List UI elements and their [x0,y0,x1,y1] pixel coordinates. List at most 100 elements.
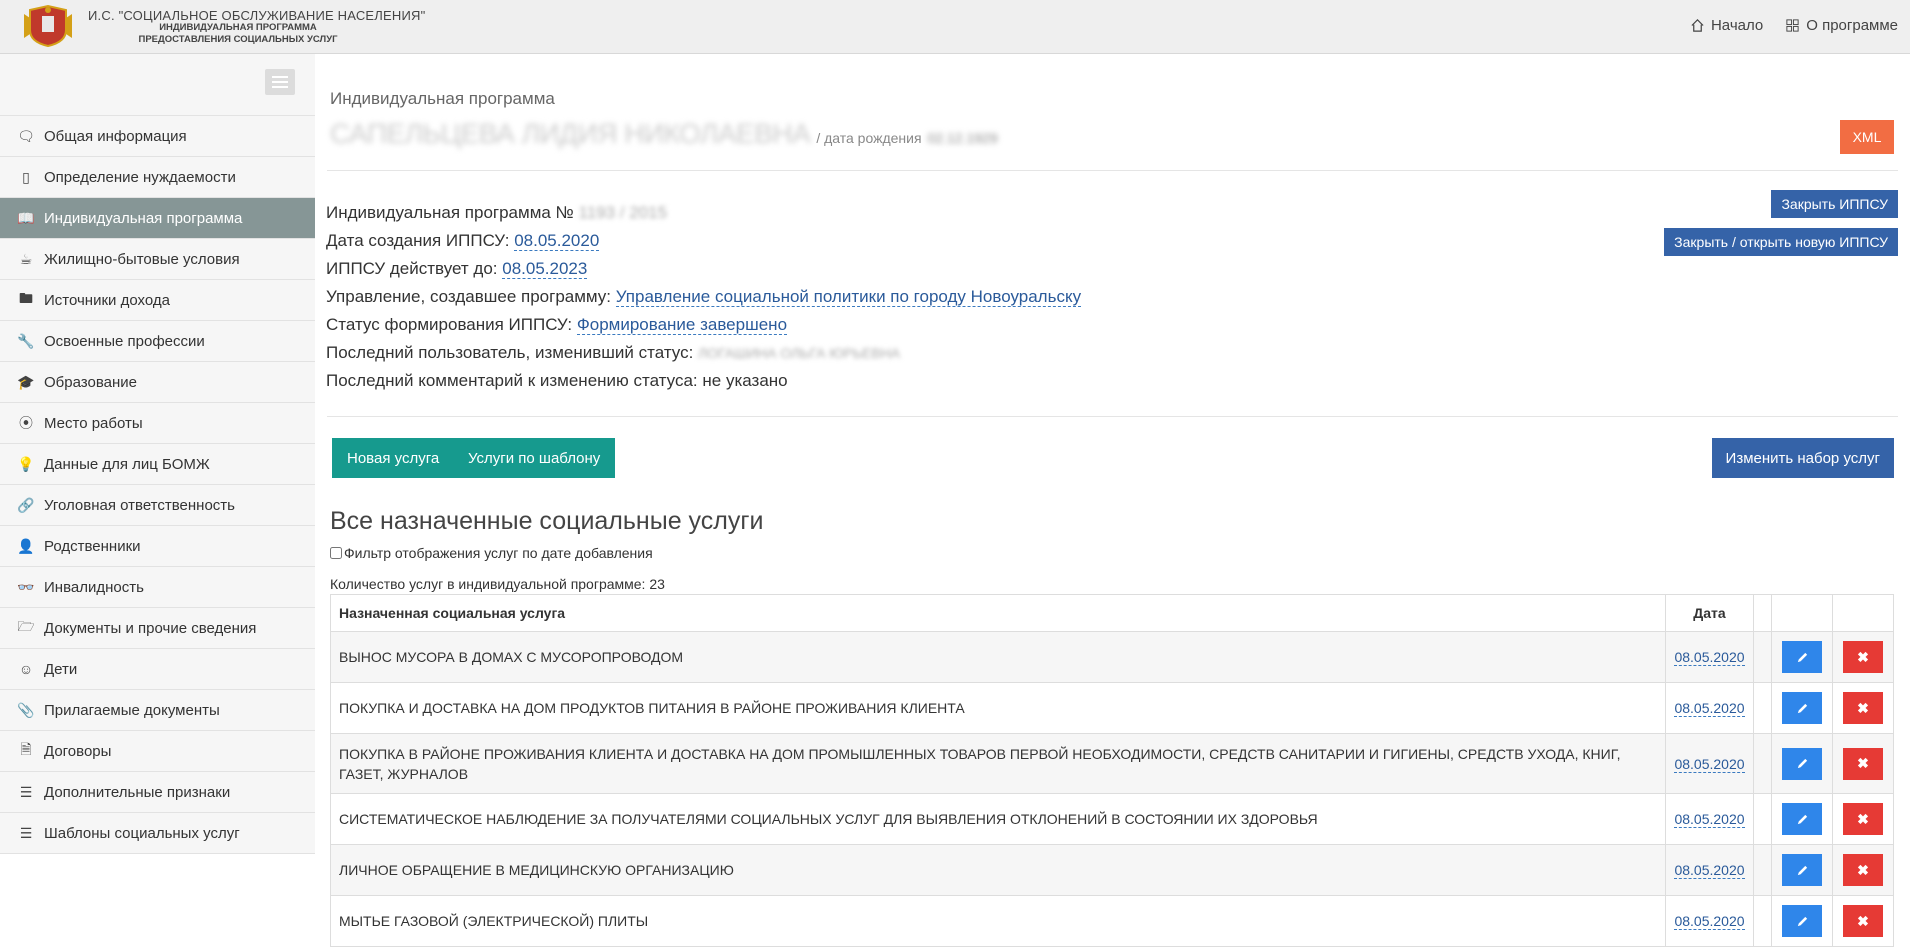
sidebar-item-label: Уголовная ответственность [44,496,235,514]
department-value[interactable]: Управление социальной политики по городу… [615,287,1082,307]
edit-button[interactable] [1782,803,1822,835]
sidebar-item-need[interactable]: ▯ Определение нуждаемости [0,157,315,198]
dob-value: 02.12.1929 [927,130,998,146]
empty-cell [1753,631,1772,683]
sidebar-item-attachments[interactable]: 📎 Прилагаемые документы [0,690,315,731]
pencil-icon [1797,865,1807,875]
sidebar-item-disability[interactable]: 👓 Инвалидность [0,567,315,608]
created-date-value[interactable]: 08.05.2020 [514,231,600,251]
empty-cell [1753,793,1772,845]
delete-button[interactable]: ✖ [1843,905,1883,937]
service-date-value[interactable]: 08.05.2020 [1674,913,1745,930]
status-value[interactable]: Формирование завершено [576,315,788,335]
date-filter-label: Фильтр отображения услуг по дате добавле… [344,545,653,561]
sidebar-item-label: Документы и прочие сведения [44,619,257,637]
graduation-cap-icon: 🎓 [17,373,35,390]
xml-button[interactable]: XML [1840,120,1894,154]
delete-button[interactable]: ✖ [1843,641,1883,673]
pencil-icon [1797,758,1807,769]
delete-cell: ✖ [1832,733,1894,794]
sidebar-item-homeless[interactable]: 💡 Данные для лиц БОМЖ [0,444,315,485]
service-date: 08.05.2020 [1665,895,1754,947]
edit-button[interactable] [1782,747,1822,780]
service-date-value[interactable]: 08.05.2020 [1674,649,1745,666]
delete-button[interactable]: ✖ [1843,747,1883,780]
close-open-new-ippsu-button[interactable]: Закрыть / открыть новую ИППСУ [1664,228,1898,256]
service-date-value[interactable]: 08.05.2020 [1674,755,1745,773]
col-empty-header [1753,594,1772,632]
nav-about[interactable]: О программе [1785,17,1898,34]
service-date-value[interactable]: 08.05.2020 [1674,862,1745,879]
sidebar-item-criminal[interactable]: 🔗 Уголовная ответственность [0,485,315,526]
nav-home[interactable]: Начало [1690,17,1763,34]
sidebar-item-professions[interactable]: 🔧 Освоенные профессии [0,321,315,362]
edit-button[interactable] [1782,905,1822,937]
table-row: МЫТЬЕ ГАЗОВОЙ (ЭЛЕКТРИЧЕСКОЙ) ПЛИТЫ 08.0… [330,895,1894,947]
edit-cell [1771,844,1833,896]
close-icon: ✖ [1857,755,1869,771]
department-row: Управление, создавшее программу: Управле… [326,283,1082,311]
sidebar-item-education[interactable]: 🎓 Образование [0,362,315,403]
delete-button[interactable]: ✖ [1843,803,1883,835]
sidebar-item-individual-program[interactable]: 📖 Индивидуальная программа [0,198,315,239]
table-row: СИСТЕМАТИЧЕСКОЕ НАБЛЮДЕНИЕ ЗА ПОЛУЧАТЕЛЯ… [330,793,1894,845]
edit-button[interactable] [1782,692,1822,724]
delete-button[interactable]: ✖ [1843,854,1883,886]
status-label: Статус формирования ИППСУ: [326,315,573,334]
sidebar-item-label: Место работы [44,414,143,432]
sidebar-item-contracts[interactable]: 🗎 Договоры [0,731,315,772]
delete-button[interactable]: ✖ [1843,692,1883,724]
person-header: САПЕЛЬЦЕВА ЛИДИЯ НИКОЛАЕВНА / дата рожде… [330,118,998,150]
edit-button[interactable] [1782,641,1822,673]
sidebar-item-children[interactable]: ☺ Дети [0,649,315,690]
close-icon: ✖ [1857,810,1869,827]
change-services-button[interactable]: Изменить набор услуг [1711,438,1894,478]
close-ippsu-button[interactable]: Закрыть ИППСУ [1771,190,1898,218]
sidebar-menu: 🗨 Общая информация ▯ Определение нуждаемос… [0,116,315,854]
smile-icon: ☺ [18,661,34,677]
sidebar-item-general-info[interactable]: 🗨 Общая информация [0,116,315,157]
template-services-button[interactable]: Услуги по шаблону [453,438,616,478]
compass-icon: ⦿ [19,415,33,431]
menu-toggle-button[interactable] [265,69,295,95]
valid-until-value[interactable]: 08.05.2023 [502,259,588,279]
empty-cell [1753,682,1772,734]
list-icon: ☰ [19,783,33,800]
link-icon: 🔗 [17,496,35,513]
date-filter-checkbox[interactable] [330,547,342,559]
sidebar-header [0,54,315,116]
last-comment-row: Последний комментарий к изменению статус… [326,367,1081,395]
sidebar-item-workplace[interactable]: ⦿ Место работы [0,403,315,444]
page-breadcrumb: Индивидуальная программа [330,89,555,108]
edit-cell [1771,733,1833,794]
pencil-icon [1797,652,1807,662]
last-comment-label: Последний комментарий к изменению статус… [326,371,698,390]
date-filter[interactable]: Фильтр отображения услуг по дате добавле… [330,545,653,561]
edit-cell [1771,682,1833,734]
sidebar-item-income[interactable]: 🖿 Источники дохода [0,280,315,321]
delete-cell: ✖ [1832,793,1894,845]
dob-label: / дата рождения [816,130,922,146]
service-date-value[interactable]: 08.05.2020 [1674,700,1745,717]
sidebar-item-documents[interactable]: 🗁 Документы и прочие сведения [0,608,315,649]
empty-cell [1753,895,1772,947]
program-number-label: Индивидуальная программа № [326,203,574,222]
sidebar-item-relatives[interactable]: 👤 Родственники [0,526,315,567]
services-table: Назначенная социальная услуга Дата ВЫНОС… [330,594,1894,947]
sidebar-item-label: Инвалидность [44,578,144,596]
last-user-row: Последний пользователь, изменивший стату… [326,339,1081,367]
document-icon: ▯ [22,168,30,185]
edit-cell [1771,895,1833,947]
sidebar-item-label: Образование [44,373,137,391]
table-row: ВЫНОС МУСОРА В ДОМАХ С МУСОРОПРОВОДОМ 08… [330,631,1894,683]
new-service-button[interactable]: Новая услуга [332,438,455,478]
sidebar-item-housing[interactable]: ☕ Жилищно-бытовые условия [0,239,315,280]
pencil-icon [1797,916,1807,926]
divider [327,170,1898,171]
divider [327,416,1898,417]
sidebar-item-service-templates[interactable]: ☰ Шаблоны социальных услуг [0,813,315,854]
sidebar-item-extra-attributes[interactable]: ☰ Дополнительные признаки [0,772,315,813]
service-date-value[interactable]: 08.05.2020 [1674,811,1745,828]
edit-button[interactable] [1782,854,1822,886]
service-date: 08.05.2020 [1665,682,1754,734]
